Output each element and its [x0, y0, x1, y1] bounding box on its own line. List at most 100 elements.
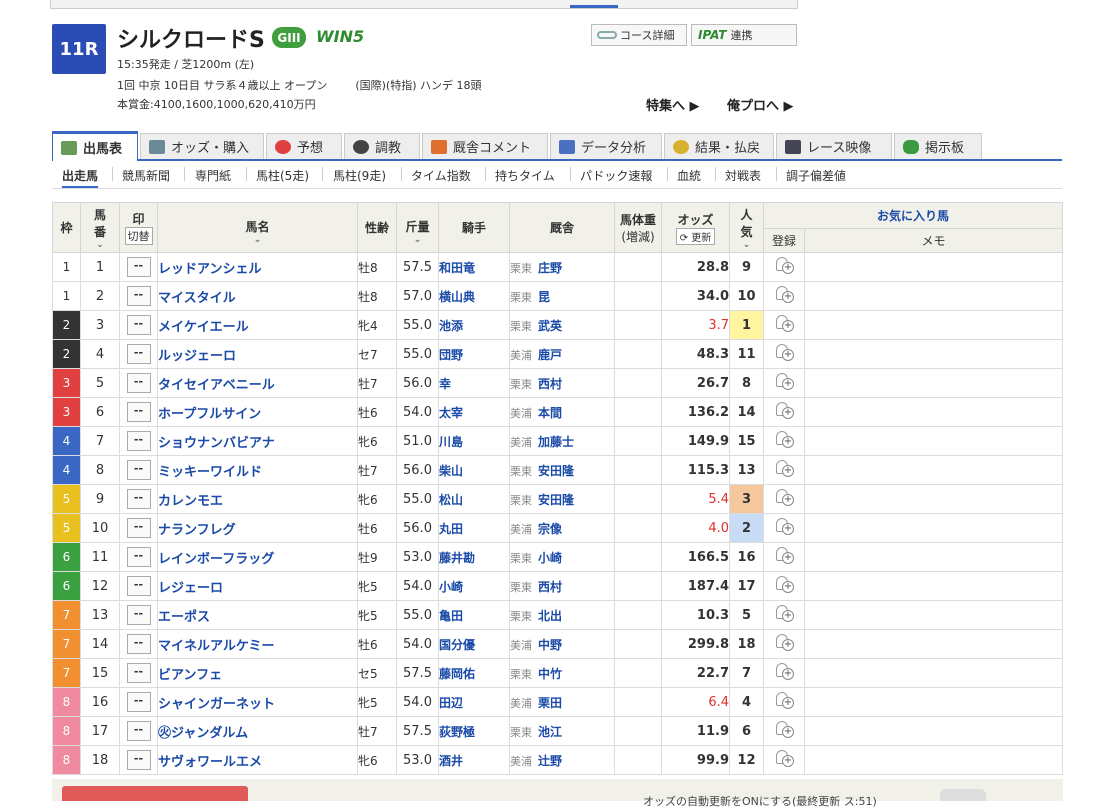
horse-name-link[interactable]: ナランフレグ: [157, 513, 358, 543]
jockey-link[interactable]: 和田竜: [438, 252, 510, 282]
horse-name-link[interactable]: マイスタイル: [157, 281, 358, 311]
jockey-link[interactable]: 川島: [438, 426, 510, 456]
horse-name-link[interactable]: マイネルアルケミー: [157, 629, 358, 659]
memo-cell[interactable]: [804, 542, 1063, 572]
jockey-link[interactable]: 藤井勘: [438, 542, 510, 572]
horse-name-link[interactable]: シャインガーネット: [157, 687, 358, 717]
jockey-link[interactable]: 柴山: [438, 455, 510, 485]
memo-cell[interactable]: [804, 397, 1063, 427]
memo-cell[interactable]: [804, 658, 1063, 688]
jockey-link[interactable]: 幸: [438, 368, 510, 398]
mark-select[interactable]: --: [126, 344, 151, 364]
favorite-add-icon[interactable]: +: [775, 402, 794, 419]
trainer-link[interactable]: 小崎: [538, 551, 562, 565]
horse-name-link[interactable]: メイケイエール: [157, 310, 358, 340]
favorite-add-icon[interactable]: +: [775, 547, 794, 564]
tab-odds[interactable]: オッズ・購入: [140, 133, 264, 159]
pro-link[interactable]: 俺プロへ ▶: [727, 95, 794, 114]
jockey-link[interactable]: 丸田: [438, 513, 510, 543]
horse-name-link[interactable]: レインボーフラッグ: [157, 542, 358, 572]
mark-select[interactable]: --: [126, 518, 151, 538]
subnav-item[interactable]: 馬柱(9走): [333, 167, 386, 184]
jockey-link[interactable]: 松山: [438, 484, 510, 514]
jockey-link[interactable]: 酒井: [438, 745, 510, 775]
horse-name-link[interactable]: ショウナンバビアナ: [157, 426, 358, 456]
tab-video[interactable]: レース映像: [776, 133, 892, 159]
mark-select[interactable]: --: [126, 692, 151, 712]
mark-select[interactable]: --: [126, 431, 151, 451]
favorite-add-icon[interactable]: +: [775, 460, 794, 477]
jockey-link[interactable]: 荻野極: [438, 716, 510, 746]
horse-name-link[interactable]: ㊋ジャンダルム: [157, 716, 358, 746]
mark-select[interactable]: --: [126, 663, 151, 683]
jockey-link[interactable]: 横山典: [438, 281, 510, 311]
trainer-link[interactable]: 昆: [538, 290, 550, 304]
header-name[interactable]: 馬名 ⌄: [157, 202, 358, 253]
mark-select[interactable]: --: [126, 257, 151, 277]
horse-name-link[interactable]: タイセイアベニール: [157, 368, 358, 398]
trainer-link[interactable]: 辻野: [538, 754, 562, 768]
trainer-link[interactable]: 池江: [538, 725, 562, 739]
trainer-link[interactable]: 安田隆: [538, 464, 574, 478]
horse-name-link[interactable]: ホープフルサイン: [157, 397, 358, 427]
tab-board[interactable]: 掲示板: [894, 133, 982, 159]
subnav-item[interactable]: パドック速報: [580, 167, 652, 184]
favorite-add-icon[interactable]: +: [775, 663, 794, 680]
jockey-link[interactable]: 国分優: [438, 629, 510, 659]
memo-cell[interactable]: [804, 368, 1063, 398]
horse-name-link[interactable]: ルッジェーロ: [157, 339, 358, 369]
mark-select[interactable]: --: [126, 373, 151, 393]
memo-cell[interactable]: [804, 426, 1063, 456]
horse-name-link[interactable]: サヴォワールエメ: [157, 745, 358, 775]
tab-chokyo[interactable]: 調教: [344, 133, 420, 159]
mark-select[interactable]: --: [126, 605, 151, 625]
favorite-add-icon[interactable]: +: [775, 605, 794, 622]
mark-select[interactable]: --: [126, 721, 151, 741]
jockey-link[interactable]: 藤岡佑: [438, 658, 510, 688]
mark-select[interactable]: --: [126, 402, 151, 422]
subnav-item[interactable]: 血統: [677, 167, 701, 184]
odds-update-button[interactable]: ⟳ 更新: [675, 227, 716, 245]
memo-cell[interactable]: [804, 716, 1063, 746]
jockey-link[interactable]: 太宰: [438, 397, 510, 427]
mark-select[interactable]: --: [126, 286, 151, 306]
memo-cell[interactable]: [804, 629, 1063, 659]
tab-shutuba[interactable]: 出馬表: [52, 131, 138, 161]
memo-cell[interactable]: [804, 484, 1063, 514]
trainer-link[interactable]: 中野: [538, 638, 562, 652]
favorite-add-icon[interactable]: +: [775, 257, 794, 274]
memo-cell[interactable]: [804, 339, 1063, 369]
favorite-add-icon[interactable]: +: [775, 721, 794, 738]
favorite-add-icon[interactable]: +: [775, 344, 794, 361]
mark-toggle-button[interactable]: 切替: [124, 227, 153, 245]
trainer-link[interactable]: 庄野: [538, 261, 562, 275]
jockey-link[interactable]: 小崎: [438, 571, 510, 601]
jockey-link[interactable]: 亀田: [438, 600, 510, 630]
mark-select[interactable]: --: [126, 460, 151, 480]
favorite-add-icon[interactable]: +: [775, 692, 794, 709]
mark-select[interactable]: --: [126, 547, 151, 567]
feature-link[interactable]: 特集へ ▶: [646, 95, 700, 114]
memo-cell[interactable]: [804, 687, 1063, 717]
course-detail-button[interactable]: コース詳細: [591, 24, 687, 46]
trainer-link[interactable]: 加藤士: [538, 435, 574, 449]
tab-data[interactable]: データ分析: [550, 133, 662, 159]
selected-odds-button[interactable]: [62, 786, 248, 801]
memo-cell[interactable]: [804, 600, 1063, 630]
trainer-link[interactable]: 鹿戸: [538, 348, 562, 362]
jockey-link[interactable]: 団野: [438, 339, 510, 369]
subnav-item[interactable]: タイム指数: [411, 167, 471, 184]
memo-cell[interactable]: [804, 745, 1063, 775]
mark-select[interactable]: --: [126, 634, 151, 654]
trainer-link[interactable]: 武英: [538, 319, 562, 333]
subnav-item[interactable]: 持ちタイム: [495, 167, 555, 184]
jockey-link[interactable]: 池添: [438, 310, 510, 340]
trainer-link[interactable]: 西村: [538, 377, 562, 391]
trainer-link[interactable]: 中竹: [538, 667, 562, 681]
subnav-item[interactable]: 馬柱(5走): [256, 167, 309, 184]
trainer-link[interactable]: 安田隆: [538, 493, 574, 507]
favorite-add-icon[interactable]: +: [775, 750, 794, 767]
horse-name-link[interactable]: レジェーロ: [157, 571, 358, 601]
favorite-add-icon[interactable]: +: [775, 634, 794, 651]
trainer-link[interactable]: 西村: [538, 580, 562, 594]
